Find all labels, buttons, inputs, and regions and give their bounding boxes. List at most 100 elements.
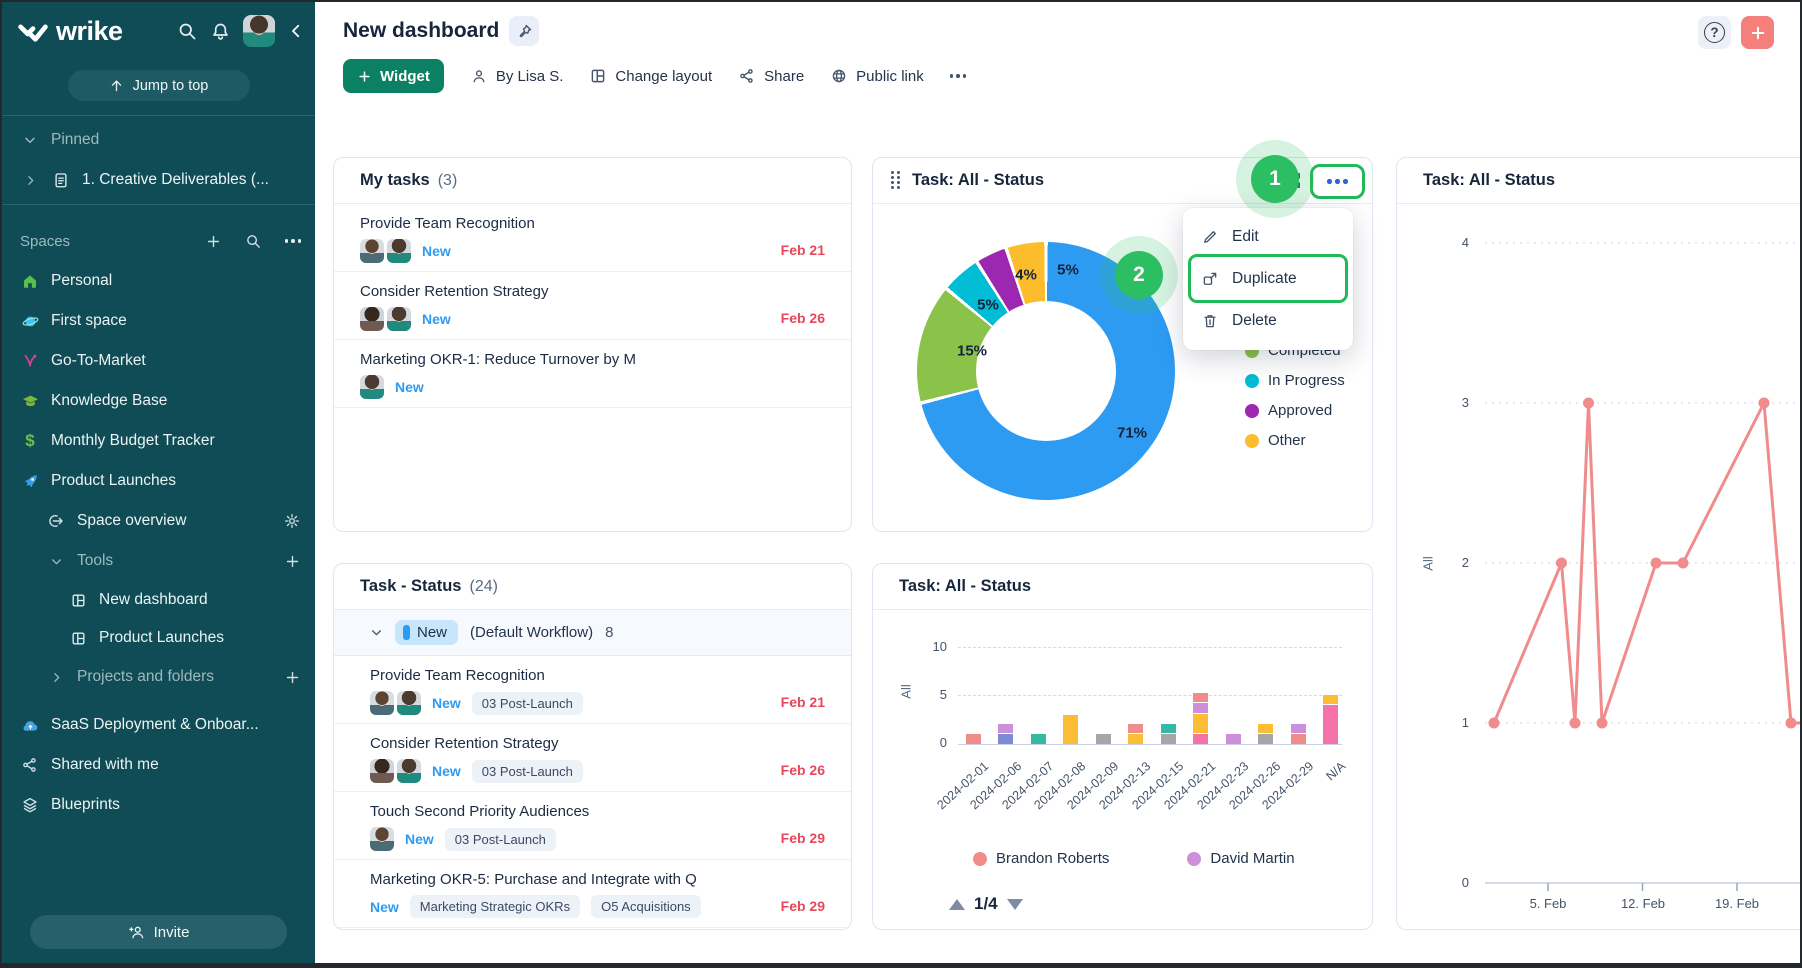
sidebar-group-projects-and-folders[interactable]: Projects and folders	[2, 657, 315, 697]
task-title[interactable]: Touch Second Priority Audiences	[370, 803, 825, 820]
status-badge[interactable]: New	[422, 243, 451, 259]
plus-icon	[357, 69, 372, 84]
widget-count: (24)	[469, 578, 497, 596]
bar-chart-xlabels: 2024-02-012024-02-062024-02-072024-02-08…	[958, 754, 1346, 850]
add-widget-button[interactable]: Widget	[343, 59, 444, 93]
toolbar-more-icon[interactable]	[950, 74, 967, 78]
status-badge[interactable]: New	[395, 379, 424, 395]
change-layout-button[interactable]: Change layout	[589, 67, 712, 85]
task-row[interactable]: Provide Team Recognition New Feb 21	[334, 204, 851, 272]
legend-item[interactable]: Approved	[1245, 402, 1345, 419]
sidebar-group-tools[interactable]: Tools	[2, 541, 315, 581]
sidebar-item-new-dashboard[interactable]: New dashboard	[2, 581, 315, 619]
sidebar-item-personal[interactable]: Personal	[2, 261, 315, 301]
gear-icon[interactable]	[283, 512, 301, 530]
task-title[interactable]: Provide Team Recognition	[360, 215, 825, 232]
task-title[interactable]: Provide Team Recognition	[370, 667, 825, 684]
search-icon[interactable]	[177, 21, 198, 42]
task-title[interactable]: Consider Retention Strategy	[360, 283, 825, 300]
add-tool-plus-icon[interactable]	[284, 553, 301, 570]
status-badge[interactable]: New	[370, 899, 399, 915]
wrike-check-icon	[18, 18, 48, 44]
menu-item-edit[interactable]: Edit	[1183, 216, 1353, 258]
public-link-button[interactable]: Public link	[830, 67, 924, 85]
sidebar-item-saas-deployment[interactable]: SaaS Deployment & Onboar...	[2, 705, 315, 745]
pinned-item-label: 1. Creative Deliverables (...	[82, 171, 269, 189]
task-title[interactable]: Consider Retention Strategy	[370, 735, 825, 752]
status-badge[interactable]: New	[432, 763, 461, 779]
menu-item-duplicate[interactable]: Duplicate	[1183, 258, 1353, 300]
legend-item[interactable]: In Progress	[1245, 372, 1345, 389]
bar-stack	[1323, 695, 1338, 744]
chevron-down-icon[interactable]	[370, 626, 383, 639]
task-row[interactable]: Marketing OKR-5: Purchase and Integrate …	[334, 860, 851, 928]
assignee-avatars	[370, 759, 421, 783]
task-row[interactable]: Marketing OKR-1: Reduce Turnover by M Ne…	[334, 340, 851, 408]
widget-header: My tasks (3)	[334, 158, 851, 204]
avatar	[360, 307, 384, 331]
task-row[interactable]: Provide Team Recognition New 03 Post-Lau…	[334, 656, 851, 724]
space-label: Monthly Budget Tracker	[51, 432, 215, 450]
wrike-logo[interactable]: wrike	[18, 16, 123, 47]
spaces-section-header: Spaces	[2, 221, 315, 261]
pager-up-icon[interactable]	[949, 899, 965, 910]
search-spaces-icon[interactable]	[245, 233, 262, 250]
invite-button[interactable]: Invite	[30, 915, 287, 949]
donut-slice-label: 5%	[1057, 262, 1079, 279]
share-button[interactable]: Share	[738, 67, 804, 85]
status-group-header[interactable]: New (Default Workflow) 8	[334, 610, 851, 656]
status-badge[interactable]: New	[422, 311, 451, 327]
trash-icon	[1201, 312, 1219, 330]
sidebar-item-product-launches-dashboard[interactable]: Product Launches	[2, 619, 315, 657]
collapse-sidebar-chevron-icon[interactable]	[287, 22, 305, 40]
sidebar-item-space-overview[interactable]: Space overview	[2, 501, 315, 541]
dashboard-toolbar: Widget By Lisa S. Change layout Share Pu…	[343, 58, 966, 94]
bar-stack	[1291, 724, 1306, 744]
pin-dashboard-button[interactable]	[509, 16, 539, 46]
help-button[interactable]: ?	[1698, 16, 1731, 49]
avatar	[397, 691, 421, 715]
widget-more-button[interactable]	[1310, 164, 1365, 199]
status-pill-new[interactable]: New	[395, 620, 458, 645]
task-row[interactable]: Touch Second Priority Audiences New 03 P…	[334, 792, 851, 860]
legend-item[interactable]: David Martin	[1187, 850, 1294, 867]
status-badge[interactable]: New	[432, 695, 461, 711]
status-badge[interactable]: New	[405, 831, 434, 847]
task-title[interactable]: Marketing OKR-5: Purchase and Integrate …	[370, 871, 825, 888]
task-row-clipped[interactable]: Marketing OKR-1: Reduce Turnover by M	[334, 928, 851, 930]
legend-item[interactable]: Other	[1245, 432, 1345, 449]
bar-stack	[1193, 693, 1208, 744]
chevron-right-icon[interactable]	[20, 174, 40, 187]
drag-handle-icon[interactable]	[891, 171, 900, 190]
pager-down-icon[interactable]	[1007, 899, 1023, 910]
bar-stack	[1258, 724, 1273, 744]
sidebar-item-product-launches[interactable]: Product Launches	[2, 461, 315, 501]
annotation-step-1: 1	[1251, 155, 1299, 203]
task-title[interactable]: Marketing OKR-1: Reduce Turnover by M	[360, 351, 825, 368]
task-row[interactable]: Consider Retention Strategy New 03 Post-…	[334, 724, 851, 792]
legend-dot	[1245, 374, 1259, 388]
jump-to-top-button[interactable]: Jump to top	[68, 70, 250, 101]
globe-icon	[830, 67, 848, 85]
sidebar-item-monthly-budget-tracker[interactable]: $ Monthly Budget Tracker	[2, 421, 315, 461]
sidebar-item-blueprints[interactable]: Blueprints	[2, 785, 315, 825]
pinned-section-header[interactable]: Pinned	[2, 120, 315, 160]
graduation-cap-icon	[20, 392, 40, 411]
spaces-more-icon[interactable]	[285, 239, 302, 243]
user-avatar[interactable]	[243, 15, 275, 47]
sidebar-item-first-space[interactable]: First space	[2, 301, 315, 341]
bar-chart-plot	[958, 647, 1346, 744]
create-new-button[interactable]	[1741, 16, 1774, 49]
notifications-bell-icon[interactable]	[210, 21, 231, 42]
bar-chart-legend: Brandon Roberts David Martin	[973, 850, 1295, 867]
sidebar-item-knowledge-base[interactable]: Knowledge Base	[2, 381, 315, 421]
task-row[interactable]: Consider Retention Strategy New Feb 26	[334, 272, 851, 340]
sidebar-item-creative-deliverables[interactable]: 1. Creative Deliverables (...	[2, 160, 315, 200]
sidebar-item-go-to-market[interactable]: Go-To-Market	[2, 341, 315, 381]
add-project-plus-icon[interactable]	[284, 669, 301, 686]
add-space-plus-icon[interactable]	[205, 233, 222, 250]
dashboard-owner[interactable]: By Lisa S.	[470, 67, 564, 85]
legend-item[interactable]: Brandon Roberts	[973, 850, 1109, 867]
menu-item-delete[interactable]: Delete	[1183, 300, 1353, 342]
sidebar-item-shared-with-me[interactable]: Shared with me	[2, 745, 315, 785]
